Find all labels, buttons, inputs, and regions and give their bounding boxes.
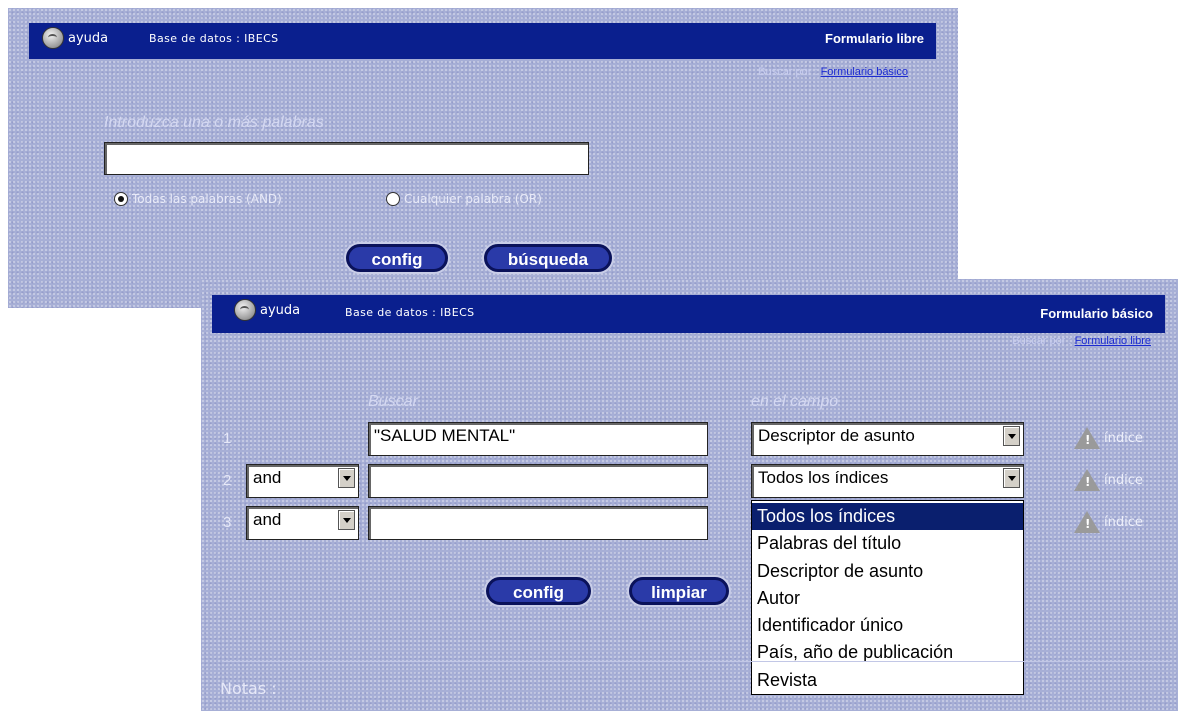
free-form-panel: ayuda Base de datos : IBECS Formulario l… (8, 8, 958, 308)
operator-select[interactable]: and (246, 464, 359, 498)
radio-or-option[interactable]: Cualquier palabra (OR) (386, 192, 542, 206)
field-select-value: Todos los índices (758, 468, 889, 487)
dropdown-option[interactable]: Revista (752, 667, 1023, 694)
search-by: Buscar por : Formulario libre (1012, 335, 1151, 347)
field-dropdown-list[interactable]: Todos los índices Palabras del título De… (751, 500, 1024, 695)
radio-and[interactable] (114, 192, 128, 206)
index-label[interactable]: índice (1104, 473, 1143, 488)
search-term-input[interactable]: "SALUD MENTAL" (368, 422, 708, 456)
config-button[interactable]: config (346, 244, 448, 272)
field-column-label: en el campo (751, 393, 839, 410)
config-button[interactable]: config (486, 577, 591, 605)
free-form-link[interactable]: Formulario libre (1075, 335, 1151, 347)
operator-value: and (253, 468, 282, 487)
search-column-label: Buscar (368, 393, 418, 410)
basic-form-link[interactable]: Formulario básico (821, 66, 908, 78)
header-bar: ayuda Base de datos : IBECS Formulario l… (29, 23, 936, 59)
dropdown-arrow-icon[interactable] (1003, 468, 1020, 488)
field-select-value: Descriptor de asunto (758, 426, 915, 445)
dropdown-option[interactable]: Palabras del título (752, 530, 1023, 557)
help-link[interactable]: ayuda (42, 27, 108, 49)
row-number: 2 (223, 472, 232, 489)
index-icon[interactable]: ! (1074, 469, 1100, 491)
form-title: Formulario básico (1040, 306, 1153, 321)
divider (222, 661, 1172, 662)
basic-form-panel: ayuda Base de datos : IBECS Formulario b… (201, 279, 1178, 711)
search-term-input[interactable] (368, 464, 708, 498)
help-label[interactable]: ayuda (68, 31, 108, 46)
header-bar: ayuda Base de datos : IBECS Formulario b… (212, 295, 1165, 333)
form-title: Formulario libre (825, 31, 924, 46)
dropdown-option[interactable]: Identificador único (752, 612, 1023, 639)
dropdown-arrow-icon[interactable] (1003, 426, 1020, 446)
row-number: 3 (223, 514, 232, 531)
database-label: Base de datos : IBECS (345, 306, 475, 319)
radio-or-label[interactable]: Cualquier palabra (OR) (404, 192, 542, 206)
help-label[interactable]: ayuda (260, 303, 300, 318)
dropdown-arrow-icon[interactable] (338, 510, 355, 530)
search-term-input[interactable] (368, 506, 708, 540)
operator-value: and (253, 510, 282, 529)
dropdown-option[interactable]: País, año de publicación (752, 639, 1023, 666)
index-link[interactable]: ! índice (1074, 427, 1143, 449)
input-label: Introduzca una o más palabras (104, 114, 324, 131)
database-label: Base de datos : IBECS (149, 32, 279, 45)
dropdown-option[interactable]: Autor (752, 585, 1023, 612)
index-icon[interactable]: ! (1074, 427, 1100, 449)
row-number: 1 (223, 430, 232, 447)
dropdown-arrow-icon[interactable] (338, 468, 355, 488)
keywords-input[interactable] (104, 142, 589, 175)
field-select[interactable]: Todos los índices (751, 464, 1024, 498)
index-label[interactable]: índice (1104, 515, 1143, 530)
index-label[interactable]: índice (1104, 431, 1143, 446)
clear-button[interactable]: limpiar (629, 577, 729, 605)
field-select[interactable]: Descriptor de asunto (751, 422, 1024, 456)
search-button[interactable]: búsqueda (484, 244, 612, 272)
search-by-prefix: Buscar por : (758, 66, 818, 78)
help-link[interactable]: ayuda (234, 299, 300, 321)
radio-and-option[interactable]: Todas las palabras (AND) (114, 192, 282, 206)
notes-label: Notas : (220, 679, 277, 698)
radio-or[interactable] (386, 192, 400, 206)
search-by: Buscar por : Formulario básico (758, 66, 908, 78)
search-by-prefix: Buscar por : (1012, 335, 1072, 347)
dropdown-option[interactable]: Descriptor de asunto (752, 558, 1023, 585)
dropdown-option[interactable]: Todos los índices (752, 503, 1023, 531)
index-icon[interactable]: ! (1074, 511, 1100, 533)
operator-select[interactable]: and (246, 506, 359, 540)
help-icon[interactable] (234, 299, 256, 321)
radio-and-label[interactable]: Todas las palabras (AND) (132, 192, 282, 206)
index-link[interactable]: ! índice (1074, 511, 1143, 533)
help-icon[interactable] (42, 27, 64, 49)
index-link[interactable]: ! índice (1074, 469, 1143, 491)
